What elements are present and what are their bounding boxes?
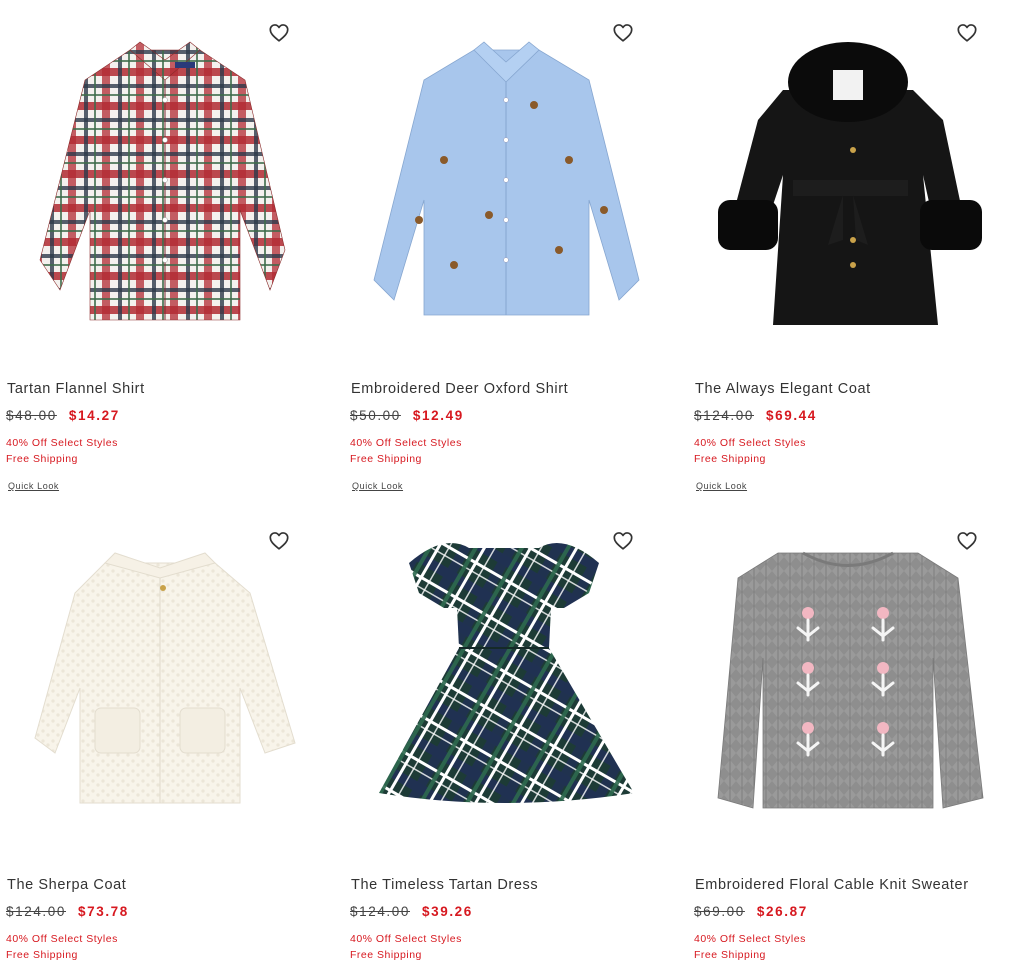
sale-price: $39.26: [422, 904, 473, 919]
promo-text: 40% Off Select Styles: [6, 933, 118, 945]
plaid-shirt-image: [39, 41, 286, 321]
knit-sweater-image: [717, 551, 984, 809]
product-title[interactable]: The Timeless Tartan Dress: [351, 877, 538, 893]
promo-text: 40% Off Select Styles: [694, 933, 806, 945]
quick-look-link[interactable]: Quick Look: [352, 481, 403, 491]
promo-text: 40% Off Select Styles: [350, 933, 462, 945]
original-price: $124.00: [6, 904, 66, 919]
heart-outline-icon[interactable]: [268, 530, 290, 552]
original-price: $124.00: [694, 408, 754, 423]
product-title[interactable]: Tartan Flannel Shirt: [7, 381, 145, 397]
price-row: $124.00 $69.44: [694, 408, 817, 423]
quick-look-link[interactable]: Quick Look: [696, 481, 747, 491]
promo-text: 40% Off Select Styles: [694, 437, 806, 449]
product-image[interactable]: [0, 508, 320, 868]
oxford-shirt-image: [373, 41, 640, 316]
price-row: $124.00 $39.26: [350, 904, 473, 919]
product-title[interactable]: Embroidered Deer Oxford Shirt: [351, 381, 568, 397]
price-row: $124.00 $73.78: [6, 904, 129, 919]
promo-text: 40% Off Select Styles: [6, 437, 118, 449]
product-image[interactable]: [0, 0, 320, 360]
sale-price: $14.27: [68, 408, 120, 423]
heart-outline-icon[interactable]: [956, 530, 978, 552]
product-title[interactable]: The Sherpa Coat: [7, 877, 126, 893]
product-image[interactable]: [688, 0, 1008, 360]
shipping-text: Free Shipping: [6, 949, 78, 961]
sale-price: $12.49: [412, 408, 464, 423]
heart-outline-icon[interactable]: [612, 530, 634, 552]
heart-outline-icon[interactable]: [268, 22, 290, 44]
sherpa-coat-image: [34, 552, 296, 804]
black-coat-image: [718, 42, 982, 325]
sale-price: $69.44: [766, 408, 817, 423]
shipping-text: Free Shipping: [350, 949, 422, 961]
sale-price: $73.78: [78, 904, 129, 919]
price-row: $69.00 $26.87: [694, 904, 808, 919]
original-price: $50.00: [350, 408, 401, 423]
price-row: $48.00 $14.27: [6, 408, 120, 423]
product-title[interactable]: Embroidered Floral Cable Knit Sweater: [695, 877, 969, 893]
heart-outline-icon[interactable]: [612, 22, 634, 44]
price-row: $50.00 $12.49: [350, 408, 464, 423]
original-price: $69.00: [694, 904, 745, 919]
quick-look-link[interactable]: Quick Look: [8, 481, 59, 491]
heart-outline-icon[interactable]: [956, 22, 978, 44]
original-price: $124.00: [350, 904, 410, 919]
tartan-dress-image: [379, 543, 634, 803]
product-image[interactable]: [344, 508, 664, 868]
product-image[interactable]: [344, 0, 664, 360]
shipping-text: Free Shipping: [694, 453, 766, 465]
sale-price: $26.87: [756, 904, 808, 919]
product-title[interactable]: The Always Elegant Coat: [695, 381, 871, 397]
shipping-text: Free Shipping: [694, 949, 766, 961]
product-image[interactable]: [688, 508, 1008, 868]
promo-text: 40% Off Select Styles: [350, 437, 462, 449]
shipping-text: Free Shipping: [350, 453, 422, 465]
original-price: $48.00: [6, 408, 57, 423]
shipping-text: Free Shipping: [6, 453, 78, 465]
